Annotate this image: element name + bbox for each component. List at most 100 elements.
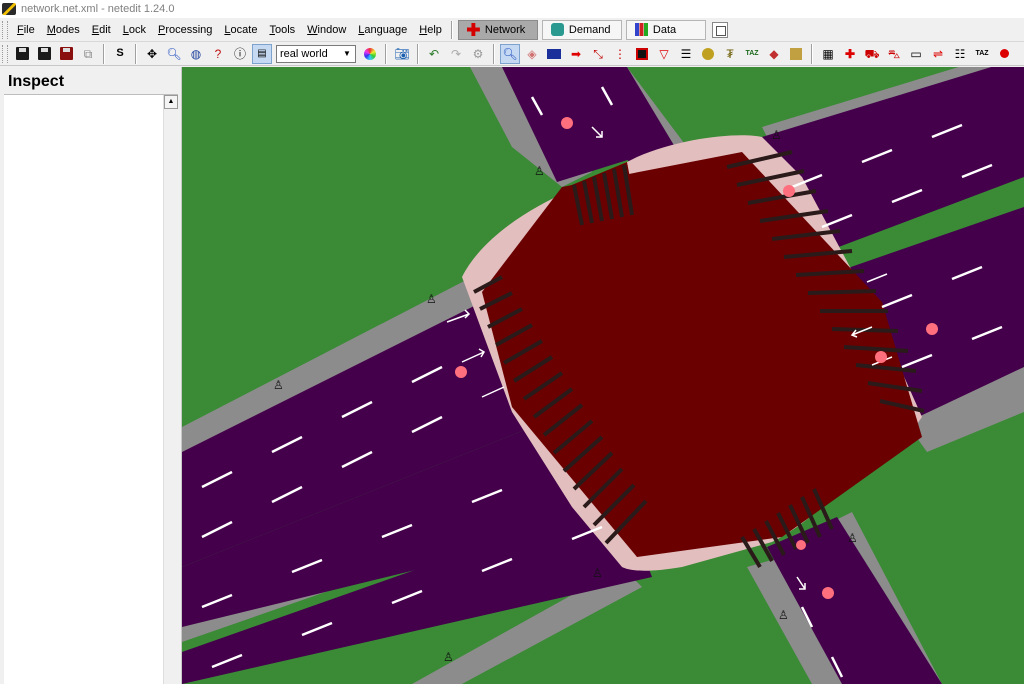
- prohibition-mode-button[interactable]: ▽: [654, 44, 674, 64]
- shape-icon: ◆: [769, 46, 779, 61]
- demand-car-icon: [550, 23, 564, 36]
- delete-mode-icon: ◈: [527, 46, 537, 61]
- toolbar-separator: [811, 43, 813, 64]
- network-mode-button[interactable]: Network: [457, 19, 538, 40]
- inspect-title: Inspect: [4, 67, 178, 95]
- locate-junction-icon: ◍: [190, 46, 202, 61]
- menu-grip-handle[interactable]: [2, 20, 8, 39]
- zoom-button[interactable]: 🔍︎: [164, 44, 184, 64]
- save-network-icon: [15, 47, 29, 60]
- menu-language[interactable]: Language: [352, 18, 413, 42]
- menu-button[interactable]: ▤: [252, 43, 272, 64]
- menu-edit[interactable]: Edit: [86, 18, 117, 42]
- person-vehicle-button[interactable]: ⛍: [884, 44, 904, 64]
- additional-mode-button[interactable]: [698, 44, 718, 64]
- menu-file[interactable]: File: [11, 18, 41, 42]
- menu-bar: File Modes Edit Lock Processing Locate T…: [0, 18, 1024, 42]
- traffic-light-icon: ⋮: [614, 46, 626, 61]
- vehicle-icon: ⛟: [864, 46, 880, 61]
- tls-mode-button[interactable]: [632, 44, 652, 64]
- view-scheme-select[interactable]: real world ▼: [276, 44, 356, 63]
- demand-mode-label: Demand: [568, 23, 611, 36]
- recenter-view-button[interactable]: ✥: [142, 44, 162, 64]
- menu-modes[interactable]: Modes: [41, 18, 86, 42]
- move-mode-button[interactable]: ➡: [566, 44, 586, 64]
- taz-mode-button[interactable]: TAZ: [742, 44, 762, 64]
- delete-mode-button[interactable]: ◈: [522, 44, 542, 64]
- reload-button[interactable]: ⧉: [78, 44, 98, 64]
- crossing-icon: ☰: [680, 46, 692, 61]
- shape-mode-button[interactable]: ◆: [764, 44, 784, 64]
- locate-junction-button[interactable]: ◍: [186, 44, 206, 64]
- color-wheel-icon: [364, 47, 376, 60]
- computing-icon: ⚙: [472, 46, 484, 61]
- bus-stop-button[interactable]: ▭: [906, 44, 926, 64]
- netedit-app-icon: [2, 3, 16, 15]
- svg-text:♙: ♙: [771, 128, 782, 142]
- save-demand-button[interactable]: [56, 44, 76, 64]
- computing-button[interactable]: ⚙: [468, 44, 488, 64]
- svg-text:♙: ♙: [534, 164, 545, 178]
- route-icon: ⇌: [932, 46, 944, 61]
- taz-edge-icon: TAZ: [975, 50, 989, 57]
- toolbar-separator: [493, 43, 495, 64]
- decal-mode-button[interactable]: [786, 44, 806, 64]
- select-mode-button[interactable]: [544, 44, 564, 64]
- save-network-button[interactable]: [12, 44, 32, 64]
- list-button[interactable]: ☷: [950, 44, 970, 64]
- list-icon: ☷: [954, 46, 966, 61]
- redo-button[interactable]: ↷: [446, 44, 466, 64]
- add-button[interactable]: ✚: [840, 44, 860, 64]
- inspect-scrollbar[interactable]: ▲: [164, 95, 178, 684]
- network-plus-icon: [466, 23, 480, 36]
- undo-button[interactable]: ↶: [424, 44, 444, 64]
- menu-locate[interactable]: Locate: [218, 18, 263, 42]
- wire-icon: ₮: [726, 46, 734, 61]
- additional-icon: [702, 47, 714, 60]
- create-edge-button[interactable]: ⤡: [588, 44, 608, 64]
- person-vehicle-icon: ⛍: [887, 46, 901, 61]
- s-button[interactable]: S: [110, 44, 130, 64]
- prohibition-icon: ▽: [659, 46, 669, 61]
- network-mode-label: Network: [484, 23, 526, 36]
- menu-icon: ▤: [257, 47, 267, 59]
- create-edge-icon: ⤡: [593, 46, 603, 61]
- save-all-button[interactable]: [34, 44, 54, 64]
- menu-help[interactable]: Help: [413, 18, 448, 42]
- color-wheel-button[interactable]: [360, 44, 380, 64]
- taz-icon: TAZ: [745, 50, 759, 57]
- toolbar-grip-handle[interactable]: [2, 44, 8, 63]
- menu-processing[interactable]: Processing: [152, 18, 218, 42]
- toolbar-separator: [417, 43, 419, 64]
- netedit-window: network.net.xml - netedit 1.24.0 File Mo…: [0, 0, 1024, 684]
- inspect-mode-icon: 🔍︎: [502, 46, 518, 61]
- vehicle-button[interactable]: ⛟: [862, 44, 882, 64]
- grid-button[interactable]: ▦: [818, 44, 838, 64]
- menu-tools[interactable]: Tools: [263, 18, 301, 42]
- connection-mode-button[interactable]: ⋮: [610, 44, 630, 64]
- menu-lock[interactable]: Lock: [117, 18, 152, 42]
- taz-edge-button[interactable]: TAZ: [972, 44, 992, 64]
- data-mode-button[interactable]: Data: [625, 19, 706, 40]
- wire-mode-button[interactable]: ₮: [720, 44, 740, 64]
- inspect-mode-button[interactable]: 🔍︎: [500, 43, 520, 64]
- decal-icon: [790, 47, 802, 60]
- toolbar-separator: [103, 43, 105, 64]
- locate-edge-icon: ?: [214, 46, 222, 61]
- undo-icon: ↶: [428, 46, 440, 61]
- save-demand-icon: [59, 47, 73, 60]
- restore-window-icon[interactable]: [711, 21, 728, 38]
- scroll-up-icon[interactable]: ▲: [164, 95, 178, 109]
- network-canvas[interactable]: ♙ ♙ ♙ ♙ ♙ ♙ ♙ ♙: [182, 67, 1024, 684]
- locate-edge-button[interactable]: ?: [208, 44, 228, 64]
- record-button[interactable]: [994, 44, 1014, 64]
- inspect-panel: Inspect ▲: [0, 67, 182, 684]
- demand-mode-button[interactable]: Demand: [541, 19, 622, 40]
- menu-window[interactable]: Window: [301, 18, 352, 42]
- svg-text:♙: ♙: [426, 292, 437, 306]
- screenshot-button[interactable]: 📷︎: [392, 44, 412, 64]
- crossing-mode-button[interactable]: ☰: [676, 44, 696, 64]
- route-button[interactable]: ⇌: [928, 44, 948, 64]
- locate-vehicle-button[interactable]: ⓘ: [230, 44, 250, 64]
- save-all-icon: [37, 47, 51, 60]
